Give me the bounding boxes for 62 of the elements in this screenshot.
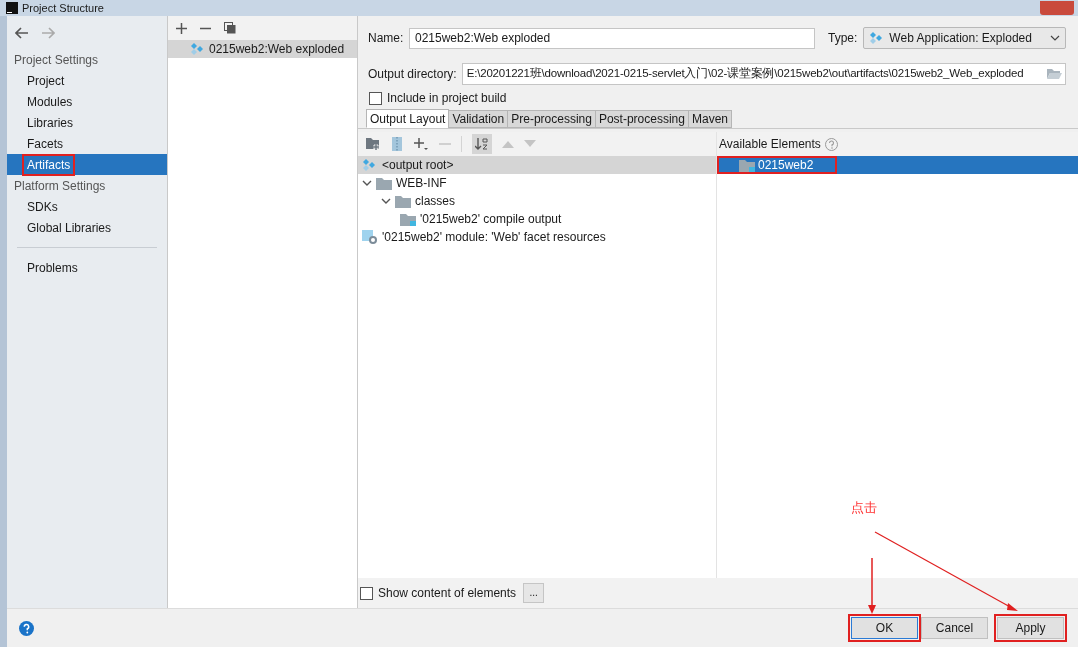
section-header: Platform Settings — [13, 177, 107, 195]
sidebar-item[interactable]: Global Libraries — [7, 217, 167, 238]
folder-icon — [739, 158, 755, 172]
name-field[interactable]: 0215web2:Web exploded — [409, 27, 815, 49]
add-icon[interactable] — [413, 137, 429, 151]
web-resources-icon — [362, 230, 378, 244]
type-label: Type: — [828, 30, 858, 47]
folder-icon — [376, 176, 392, 190]
annotation-frame: 0215web2 — [717, 156, 838, 174]
section-header: Project Settings — [13, 51, 100, 69]
window-title: Project Structure — [22, 0, 104, 16]
sidebar-item[interactable]: Facets — [7, 133, 167, 154]
sort-icon — [475, 137, 489, 151]
sidebar-item[interactable]: Modules — [7, 91, 167, 112]
tab[interactable]: Output Layout — [366, 109, 450, 128]
show-content-label: Show content of elements — [378, 585, 517, 602]
tree-label: '0215web2' module: 'Web' facet resources — [382, 229, 606, 246]
tab[interactable]: Pre-processing — [507, 110, 596, 128]
tree-label: WEB-INF — [396, 175, 447, 192]
available-element[interactable]: 0215web2 — [717, 156, 1078, 174]
dialog-button[interactable]: Apply — [997, 617, 1064, 639]
help-icon[interactable] — [19, 620, 34, 636]
add-icon[interactable] — [176, 22, 187, 34]
sidebar-item[interactable]: Project — [7, 70, 167, 91]
tree-row[interactable]: '0215web2' module: 'Web' facet resources — [358, 228, 716, 246]
tab[interactable]: Maven — [687, 110, 732, 128]
type-dropdown[interactable]: Web Application: Exploded — [863, 27, 1066, 49]
checkbox[interactable] — [360, 586, 373, 600]
back-arrow-icon[interactable] — [15, 27, 29, 39]
sidebar-item[interactable]: Artifacts — [7, 154, 167, 175]
sidebar-item[interactable]: Problems — [7, 257, 167, 278]
sidebar-item[interactable]: Libraries — [7, 112, 167, 133]
output-directory-label: Output directory: — [368, 66, 457, 83]
annotation-text: 点击 — [851, 499, 877, 517]
output-directory-field[interactable]: E:\20201221班\download\2021-0215-servlet入门\02-课堂案例\0215web2\out\artifacts\0215web2_Web_exploded — [461, 63, 1066, 85]
app-icon — [6, 2, 18, 14]
name-label: Name: — [368, 30, 405, 47]
tree-row[interactable]: '0215web2' compile output — [358, 210, 716, 228]
tree-row[interactable]: <output root> — [358, 156, 716, 174]
artifact-item[interactable]: 0215web2:Web exploded — [168, 40, 357, 58]
tab[interactable]: Validation — [448, 110, 509, 128]
artifact-icon — [362, 158, 378, 172]
folder-icon — [400, 212, 416, 226]
dialog-button[interactable]: Cancel — [921, 617, 988, 639]
tree-row[interactable]: WEB-INF — [358, 174, 716, 192]
tree-label: <output root> — [382, 157, 454, 174]
tree-label: classes — [415, 193, 455, 210]
copy-icon[interactable] — [224, 22, 236, 34]
new-folder-icon[interactable] — [366, 138, 381, 150]
caret-icon — [1050, 35, 1060, 41]
tree-label: '0215web2' compile output — [420, 211, 562, 228]
checkbox[interactable] — [369, 91, 382, 105]
dialog-button[interactable]: OK — [851, 617, 918, 639]
tab[interactable]: Post-processing — [594, 110, 689, 128]
sort-button[interactable] — [472, 134, 492, 154]
include-in-build-label: Include in project build — [387, 90, 507, 107]
available-elements-title: Available Elements — [719, 136, 821, 153]
sidebar-item[interactable]: SDKs — [7, 196, 167, 217]
more-button[interactable]: ... — [523, 583, 545, 603]
artifact-icon — [190, 42, 206, 56]
tree-row[interactable]: classes — [358, 192, 716, 210]
folder-icon — [395, 194, 411, 208]
